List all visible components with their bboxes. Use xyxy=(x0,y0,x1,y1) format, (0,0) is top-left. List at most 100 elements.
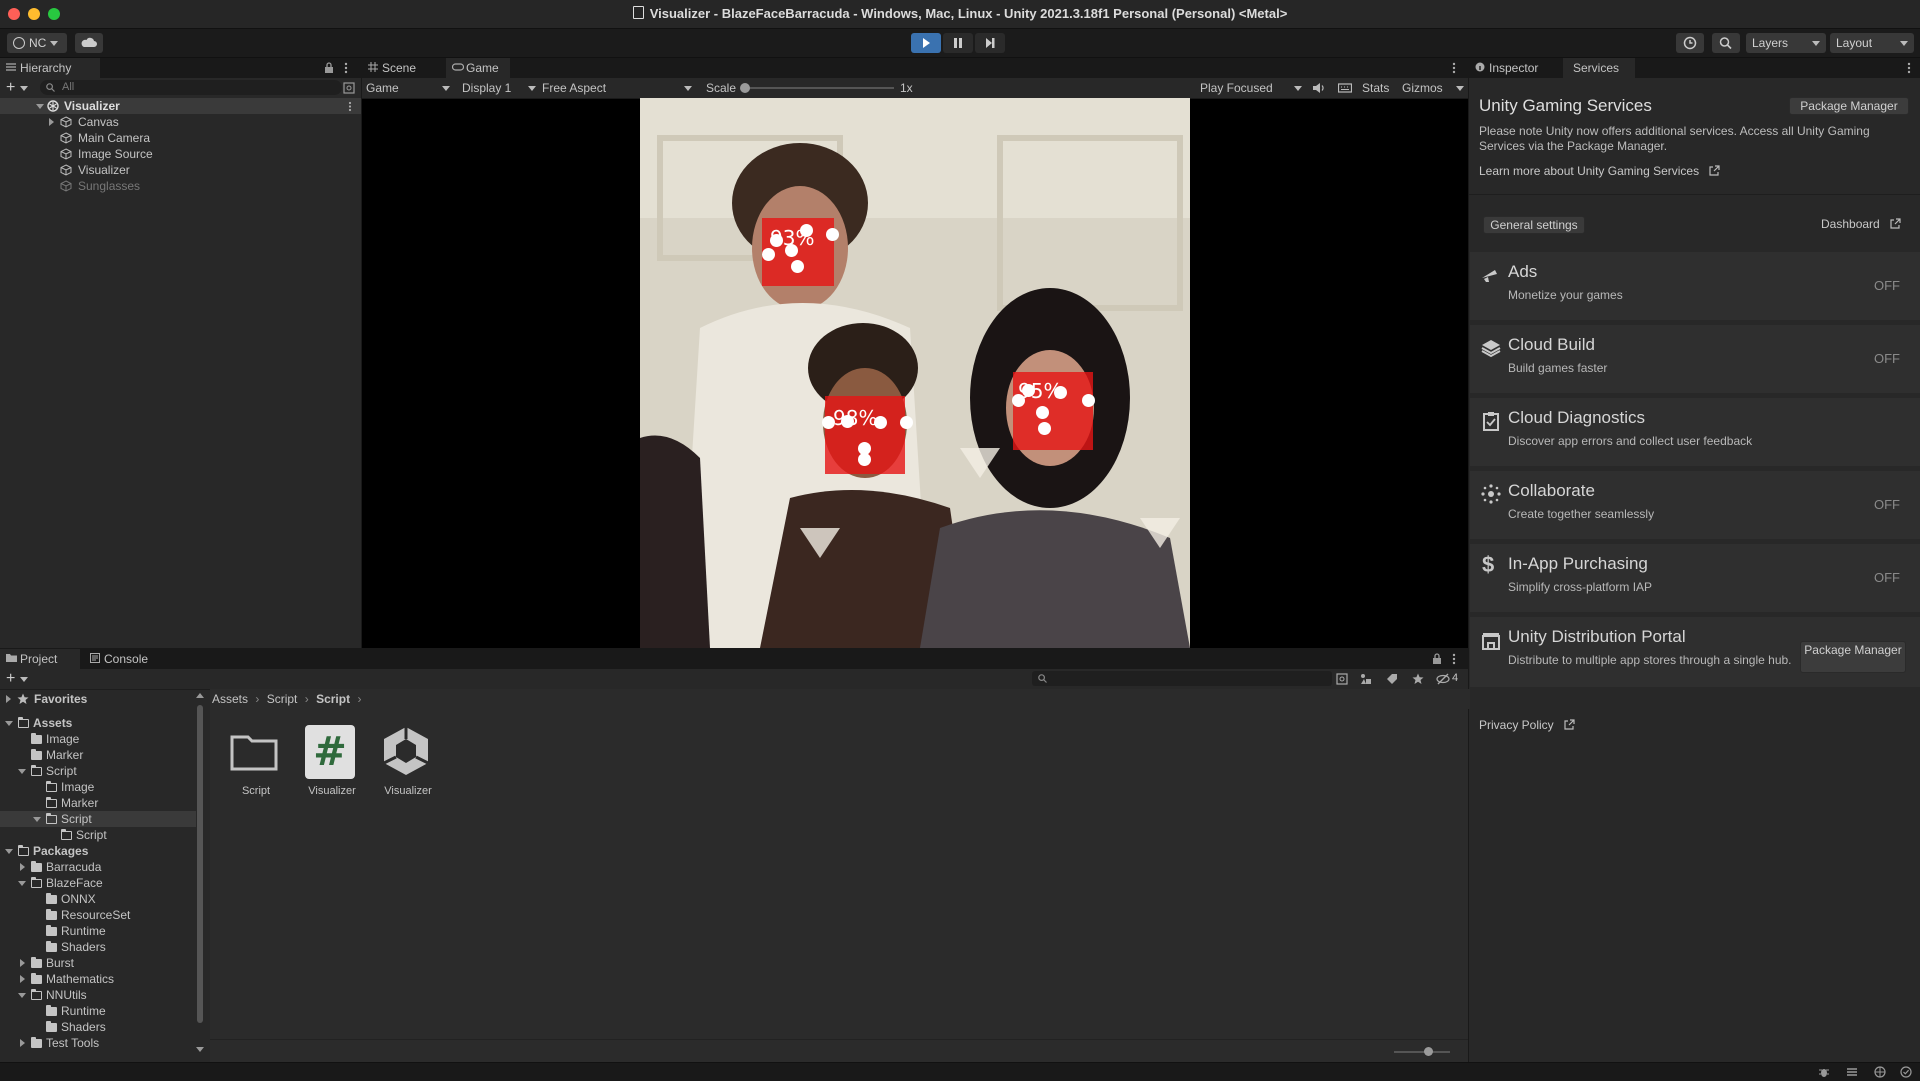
tree-item[interactable]: Mathematics xyxy=(0,971,196,987)
tree-item[interactable]: Shaders xyxy=(0,939,196,955)
asset-tile[interactable]: # Visualizer xyxy=(302,723,362,803)
tree-item[interactable]: Packages xyxy=(0,843,196,859)
tree-item[interactable]: Burst xyxy=(0,955,196,971)
breadcrumb-item[interactable]: Script xyxy=(267,692,298,706)
tab-services[interactable]: Services xyxy=(1563,58,1635,78)
fold-open-icon[interactable] xyxy=(33,817,41,822)
fold-open-icon[interactable] xyxy=(36,104,44,109)
fold-closed-icon[interactable] xyxy=(20,863,25,871)
check-circle-icon[interactable] xyxy=(1900,1066,1912,1078)
layers-dropdown[interactable]: Layers xyxy=(1746,33,1826,53)
tree-item[interactable]: Assets xyxy=(0,715,196,731)
tree-item[interactable]: Marker xyxy=(0,795,196,811)
fold-open-icon[interactable] xyxy=(18,881,26,886)
kebab-menu-icon[interactable] xyxy=(1907,62,1911,74)
service-card-cloud-diagnostics[interactable]: Cloud Diagnostics Discover app errors an… xyxy=(1470,398,1920,466)
tree-item[interactable]: Image xyxy=(0,779,196,795)
game-mode-dropdown[interactable]: Game xyxy=(366,80,454,96)
star-icon[interactable] xyxy=(1412,673,1424,685)
stats-button[interactable]: Stats xyxy=(1362,81,1389,95)
play-focused-dropdown[interactable]: Play Focused xyxy=(1200,80,1304,96)
fold-closed-icon[interactable] xyxy=(20,975,25,983)
service-card-udp[interactable]: Unity Distribution Portal Distribute to … xyxy=(1470,617,1920,687)
service-card-cloud-build[interactable]: Cloud Build Build games faster OFF xyxy=(1470,325,1920,393)
tree-item[interactable]: Script xyxy=(0,827,196,843)
tab-hierarchy[interactable]: Hierarchy xyxy=(0,58,100,78)
hierarchy-item[interactable]: Image Source xyxy=(0,146,361,162)
account-dropdown[interactable]: NC xyxy=(7,33,67,53)
hierarchy-item[interactable]: Visualizer xyxy=(0,162,361,178)
kebab-menu-icon[interactable] xyxy=(1452,62,1456,74)
tree-item[interactable]: Runtime xyxy=(0,1003,196,1019)
tree-item[interactable]: Test Tools xyxy=(0,1035,196,1051)
tab-inspector[interactable]: Inspector xyxy=(1469,58,1557,78)
breadcrumb-item-current[interactable]: Script xyxy=(316,692,350,706)
step-button[interactable] xyxy=(975,33,1005,53)
tree-item[interactable]: NNUtils xyxy=(0,987,196,1003)
tab-scene[interactable]: Scene xyxy=(362,58,426,78)
label-icon[interactable] xyxy=(1386,673,1398,685)
fold-open-icon[interactable] xyxy=(18,993,26,998)
scroll-down-icon[interactable] xyxy=(196,1047,204,1052)
asset-tile[interactable]: Visualizer xyxy=(378,723,438,803)
tree-item[interactable]: Image xyxy=(0,731,196,747)
cloud-button[interactable] xyxy=(75,33,103,53)
hierarchy-scene-row[interactable]: Visualizer xyxy=(0,98,361,114)
lock-icon[interactable] xyxy=(324,62,334,74)
keyboard-icon[interactable] xyxy=(1338,82,1352,94)
lock-icon[interactable] xyxy=(1432,653,1442,665)
filter-by-type-icon[interactable] xyxy=(1360,673,1372,685)
fold-open-icon[interactable] xyxy=(18,769,26,774)
kebab-menu-icon[interactable] xyxy=(1452,653,1456,665)
history-button[interactable] xyxy=(1676,33,1704,53)
service-card-collaborate[interactable]: Collaborate Create together seamlessly O… xyxy=(1470,471,1920,539)
hierarchy-item[interactable]: Canvas xyxy=(0,114,361,130)
scale-slider[interactable] xyxy=(740,83,894,93)
tab-console[interactable]: Console xyxy=(84,649,164,669)
network-icon[interactable] xyxy=(1874,1066,1886,1078)
tree-favorites[interactable]: Favorites xyxy=(0,691,196,707)
search-by-type-icon[interactable] xyxy=(1336,673,1348,685)
aspect-dropdown[interactable]: Free Aspect xyxy=(542,80,696,96)
hierarchy-item[interactable]: Main Camera xyxy=(0,130,361,146)
search-button[interactable] xyxy=(1712,33,1740,53)
hierarchy-search-input[interactable]: All xyxy=(40,80,342,95)
icon-size-slider[interactable] xyxy=(1394,1047,1450,1056)
scale-slider-thumb[interactable] xyxy=(740,83,750,93)
fold-closed-icon[interactable] xyxy=(6,695,11,703)
fold-closed-icon[interactable] xyxy=(49,118,54,126)
bug-icon[interactable] xyxy=(1818,1066,1830,1078)
layout-dropdown[interactable]: Layout xyxy=(1830,33,1914,53)
dashboard-link[interactable]: Dashboard xyxy=(1821,217,1901,231)
hidden-packages-icon[interactable] xyxy=(1436,673,1450,685)
tree-item[interactable]: ONNX xyxy=(0,891,196,907)
general-settings-button[interactable]: General settings xyxy=(1483,216,1585,234)
tab-game[interactable]: Game xyxy=(446,58,510,78)
stack-icon[interactable] xyxy=(1846,1066,1858,1078)
tab-project[interactable]: Project xyxy=(0,649,80,669)
service-card-ads[interactable]: Ads Monetize your games OFF xyxy=(1470,252,1920,320)
tree-item[interactable]: Runtime xyxy=(0,923,196,939)
udp-package-manager-button[interactable]: Package Manager xyxy=(1800,641,1906,673)
kebab-menu-icon[interactable] xyxy=(344,62,348,74)
tree-item-selected[interactable]: Script xyxy=(0,811,196,827)
tree-item[interactable]: ResourceSet xyxy=(0,907,196,923)
fold-open-icon[interactable] xyxy=(5,721,13,726)
pause-button[interactable] xyxy=(943,33,973,53)
hierarchy-item[interactable]: Sunglasses xyxy=(0,178,361,194)
service-card-iap[interactable]: $ In-App Purchasing Simplify cross-platf… xyxy=(1470,544,1920,612)
tree-item[interactable]: BlazeFace xyxy=(0,875,196,891)
add-icon[interactable]: + xyxy=(6,79,15,97)
tree-scrollbar-thumb[interactable] xyxy=(197,705,203,1023)
play-button[interactable] xyxy=(911,33,941,53)
tree-scrollbar[interactable] xyxy=(196,693,204,1053)
scroll-up-icon[interactable] xyxy=(196,693,204,698)
chevron-down-icon[interactable] xyxy=(20,677,28,682)
display-dropdown[interactable]: Display 1 xyxy=(462,80,538,96)
add-icon[interactable]: + xyxy=(6,670,15,688)
tree-item[interactable]: Shaders xyxy=(0,1019,196,1035)
gizmos-dropdown[interactable]: Gizmos xyxy=(1402,80,1466,96)
kebab-menu-icon[interactable] xyxy=(348,101,352,112)
breadcrumb-item[interactable]: Assets xyxy=(212,692,248,706)
fold-open-icon[interactable] xyxy=(5,849,13,854)
